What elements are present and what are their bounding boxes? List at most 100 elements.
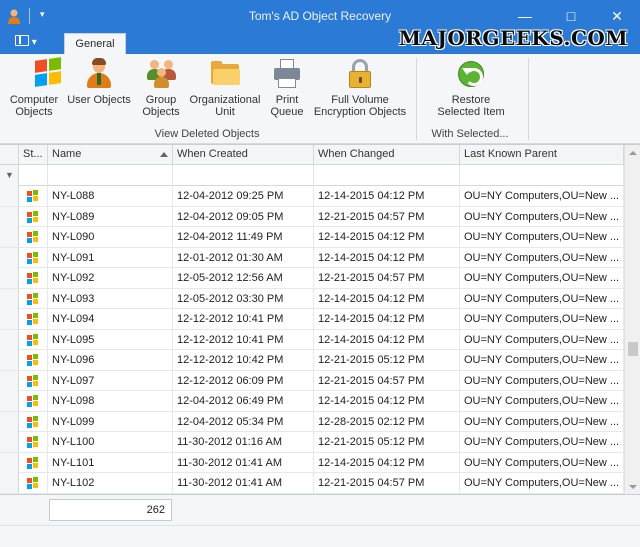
- scroll-up-icon[interactable]: [629, 151, 637, 155]
- cell-when-created: 11-30-2012 01:16 AM: [173, 432, 314, 452]
- cell-last-known-parent: OU=NY Computers,OU=New ...: [460, 473, 624, 493]
- computer-object-icon: [27, 272, 40, 285]
- row-selector[interactable]: [0, 370, 19, 391]
- row-selector[interactable]: [0, 350, 19, 370]
- row-selector[interactable]: [0, 206, 19, 227]
- vertical-scrollbar[interactable]: [624, 145, 640, 494]
- status-bar: [0, 525, 640, 547]
- tab-general[interactable]: General: [64, 33, 126, 55]
- cell-when-created: 12-01-2012 01:30 AM: [173, 247, 314, 268]
- cell-when-changed: 12-14-2015 04:12 PM: [314, 452, 460, 473]
- table-row[interactable]: NY-L096 12-12-2012 10:42 PM 12-21-2015 05:…: [0, 350, 624, 371]
- ribbon-group-separator-end: [528, 58, 529, 140]
- cell-when-created: 12-04-2012 05:34 PM: [173, 411, 314, 432]
- row-selector[interactable]: [0, 268, 19, 288]
- layout-icon: [15, 35, 29, 46]
- header-when-created[interactable]: When Created: [173, 145, 314, 165]
- cell-when-changed: 12-14-2015 04:12 PM: [314, 288, 460, 309]
- cell-when-created: 12-12-2012 06:09 PM: [173, 370, 314, 391]
- full-volume-encryption-label: Full Volume Encryption Objects: [313, 94, 407, 118]
- table-row[interactable]: NY-L098 12-04-2012 06:49 PM 12-14-2015 04:…: [0, 391, 624, 412]
- cell-name: NY-L090: [48, 227, 173, 247]
- table-row[interactable]: NY-L100 11-30-2012 01:16 AM 12-21-2015 05:…: [0, 432, 624, 453]
- table-row[interactable]: NY-L092 12-05-2012 12:56 AM 12-21-2015 04:…: [0, 268, 624, 289]
- table-row[interactable]: NY-L094 12-12-2012 10:41 PM 12-14-2015 04:…: [0, 309, 624, 330]
- table-row[interactable]: NY-L102 11-30-2012 01:41 AM 12-21-2015 04:…: [0, 473, 624, 494]
- computer-object-icon: [27, 292, 40, 306]
- cell-when-created: 11-30-2012 01:41 AM: [173, 473, 314, 493]
- filter-name-cell[interactable]: [48, 165, 173, 186]
- header-last-known-parent[interactable]: Last Known Parent: [460, 145, 624, 165]
- group-objects-label: Group Objects: [142, 94, 180, 118]
- scrollbar-thumb[interactable]: [628, 342, 638, 356]
- table-row[interactable]: NY-L099 12-04-2012 05:34 PM 12-28-2015 02:…: [0, 411, 624, 432]
- row-selector[interactable]: [0, 391, 19, 411]
- row-selector[interactable]: [0, 452, 19, 473]
- application-menu-button[interactable]: ▾: [9, 35, 45, 51]
- cell-last-known-parent: OU=NY Computers,OU=New ...: [460, 329, 624, 350]
- restore-selected-item-button[interactable]: Restore Selected Item: [434, 58, 508, 118]
- scroll-down-icon[interactable]: [629, 485, 637, 489]
- cell-last-known-parent: OU=NY Computers,OU=New ...: [460, 370, 624, 391]
- cell-name: NY-L089: [48, 206, 173, 227]
- filter-parent-cell[interactable]: [460, 165, 624, 186]
- row-selector[interactable]: [0, 411, 19, 432]
- organizational-unit-button[interactable]: Organizational Unit: [188, 58, 262, 118]
- table-row[interactable]: NY-L088 12-04-2012 09:25 PM 12-14-2015 04:…: [0, 186, 624, 207]
- cell-name: NY-L097: [48, 370, 173, 391]
- row-selector[interactable]: [0, 309, 19, 329]
- cell-name: NY-L094: [48, 309, 173, 329]
- row-selector[interactable]: [0, 473, 19, 493]
- print-queue-button[interactable]: Print Queue: [266, 58, 308, 118]
- cell-last-known-parent: OU=NY Computers,OU=New ...: [460, 206, 624, 227]
- computer-objects-button[interactable]: Computer Objects: [6, 57, 62, 118]
- row-selector[interactable]: [0, 227, 19, 247]
- table-row[interactable]: NY-L095 12-12-2012 10:41 PM 12-14-2015 04:…: [0, 329, 624, 350]
- table-row[interactable]: NY-L090 12-04-2012 11:49 PM 12-14-2015 04:…: [0, 227, 624, 248]
- table-row[interactable]: NY-L089 12-04-2012 09:05 PM 12-21-2015 04:…: [0, 206, 624, 227]
- grid-footer: 262: [0, 494, 640, 547]
- cell-when-changed: 12-21-2015 04:57 PM: [314, 370, 460, 391]
- table-row[interactable]: NY-L101 11-30-2012 01:41 AM 12-14-2015 04:…: [0, 452, 624, 473]
- watermark-logo: MAJORGEEKS.COM: [398, 26, 628, 50]
- table-row[interactable]: NY-L097 12-12-2012 06:09 PM 12-21-2015 04:…: [0, 370, 624, 391]
- row-selector[interactable]: [0, 432, 19, 452]
- filter-row-selector: ▼: [0, 165, 19, 186]
- cell-name: NY-L088: [48, 186, 173, 206]
- group-objects-button[interactable]: Group Objects: [138, 58, 184, 118]
- cell-name: NY-L101: [48, 452, 173, 473]
- cell-when-created: 12-04-2012 09:05 PM: [173, 206, 314, 227]
- cell-name: NY-L096: [48, 350, 173, 370]
- table-row[interactable]: NY-L091 12-01-2012 01:30 AM 12-14-2015 04:…: [0, 247, 624, 268]
- menu-dropdown-icon: ▾: [31, 37, 37, 48]
- user-objects-button[interactable]: User Objects: [66, 58, 132, 106]
- computer-object-icon: [27, 415, 40, 429]
- header-name-label: Name: [52, 148, 82, 160]
- filter-changed-cell[interactable]: [314, 165, 460, 186]
- restore-selected-item-label: Restore Selected Item: [437, 94, 505, 118]
- cell-when-created: 12-05-2012 03:30 PM: [173, 288, 314, 309]
- computer-object-icon: [27, 436, 40, 449]
- cell-when-changed: 12-21-2015 05:12 PM: [314, 432, 460, 452]
- sort-ascending-icon: [160, 152, 168, 157]
- cell-when-created: 12-05-2012 12:56 AM: [173, 268, 314, 288]
- cell-name: NY-L100: [48, 432, 173, 452]
- full-volume-encryption-button[interactable]: Full Volume Encryption Objects: [312, 58, 408, 118]
- header-name[interactable]: Name: [48, 145, 173, 165]
- cell-last-known-parent: OU=NY Computers,OU=New ...: [460, 411, 624, 432]
- row-selector[interactable]: [0, 247, 19, 268]
- computer-object-icon: [27, 456, 40, 470]
- row-selector[interactable]: [0, 288, 19, 309]
- filter-created-cell[interactable]: [173, 165, 314, 186]
- table-row[interactable]: NY-L093 12-05-2012 03:30 PM 12-14-2015 04:…: [0, 288, 624, 309]
- computer-object-icon: [27, 251, 40, 265]
- computer-object-icon: [27, 210, 40, 224]
- header-when-changed[interactable]: When Changed: [314, 145, 460, 165]
- cell-when-changed: 12-28-2015 02:12 PM: [314, 411, 460, 432]
- view-deleted-objects-group-label: View Deleted Objects: [154, 128, 260, 140]
- row-selector[interactable]: [0, 329, 19, 350]
- ribbon-group-separator: [416, 58, 417, 140]
- header-status[interactable]: St...: [19, 145, 48, 165]
- row-selector[interactable]: [0, 186, 19, 206]
- filter-status-cell[interactable]: [19, 165, 48, 186]
